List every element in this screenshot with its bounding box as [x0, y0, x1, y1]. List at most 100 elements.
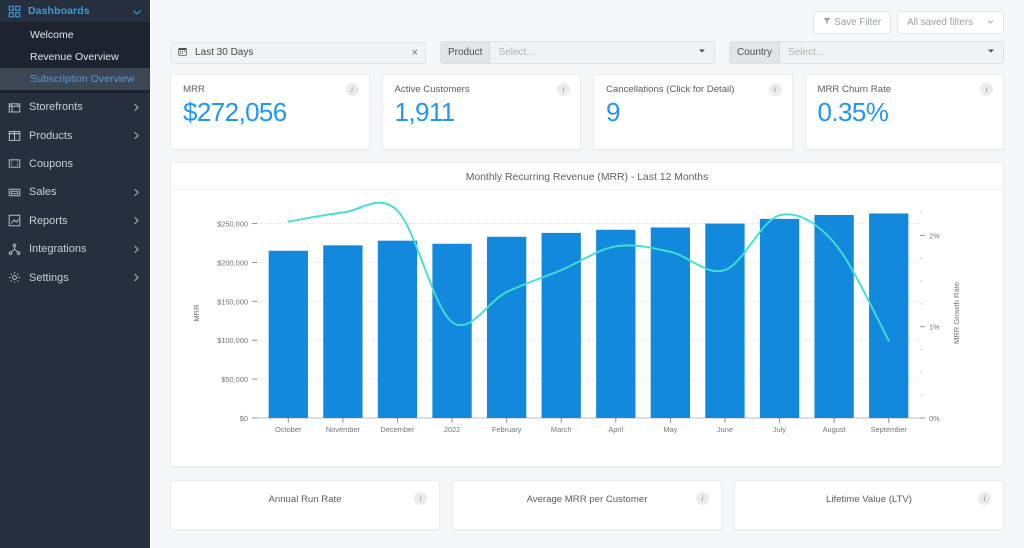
storefront-icon [8, 101, 21, 114]
info-icon[interactable]: i [978, 492, 991, 505]
x-axis-tick-label: June [717, 425, 733, 434]
product-filter-label: Product [441, 42, 490, 63]
info-icon[interactable]: i [769, 83, 782, 96]
kpi-card-mrr[interactable]: MRR $272,056 i [170, 74, 370, 150]
kpi-card-cancellations[interactable]: Cancellations (Click for Detail) 9 i [593, 74, 793, 150]
sidebar-item-settings[interactable]: Settings [0, 263, 150, 291]
chevron-right-icon[interactable] [132, 188, 141, 197]
info-icon[interactable]: i [557, 83, 570, 96]
card-average-mrr-per-customer[interactable]: Average MRR per Customer i [452, 480, 722, 530]
sidebar-dashboards-label: Dashboards [28, 5, 132, 17]
y-axis-tick-label: $50,000 [221, 375, 248, 384]
chart-bar[interactable] [432, 244, 471, 418]
sidebar-label-reports: Reports [29, 215, 132, 227]
chevron-right-icon[interactable] [132, 273, 141, 282]
sidebar-item-subscription-overview[interactable]: Subscription Overview [0, 68, 150, 90]
country-filter-label: Country [730, 42, 780, 63]
x-axis-tick-label: May [663, 425, 677, 434]
product-filter-placeholder: Select... [498, 47, 534, 58]
chevron-down-icon [987, 47, 995, 58]
sidebar-dashboards-submenu: Welcome Revenue Overview Subscription Ov… [0, 22, 150, 93]
date-range-value: Last 30 Days [195, 47, 412, 58]
x-axis-tick-label: March [551, 425, 572, 434]
card-annual-run-rate[interactable]: Annual Run Rate i [170, 480, 440, 530]
chevron-right-icon[interactable] [132, 103, 141, 112]
sidebar-label-products: Products [29, 130, 132, 142]
x-axis-tick-label: July [773, 425, 786, 434]
chart-bar[interactable] [269, 251, 308, 418]
chart-bar[interactable] [651, 227, 690, 418]
grid-icon [8, 5, 21, 18]
y-axis-tick-label: $250,000 [217, 220, 248, 229]
x-axis-tick-label: February [492, 425, 522, 434]
chart-bar[interactable] [596, 230, 635, 418]
sidebar-label-settings: Settings [29, 272, 132, 284]
sidebar-item-sales[interactable]: Sales [0, 178, 150, 206]
gear-icon [8, 271, 21, 284]
kpi-card-mrr-churn-rate[interactable]: MRR Churn Rate 0.35% i [805, 74, 1005, 150]
sidebar-item-revenue-overview[interactable]: Revenue Overview [0, 46, 150, 68]
sidebar-item-integrations[interactable]: Integrations [0, 235, 150, 263]
sidebar-item-products[interactable]: Products [0, 121, 150, 149]
x-axis-tick-label: 2022 [444, 425, 460, 434]
clear-date-filter-icon[interactable]: × [412, 47, 418, 59]
sidebar-item-storefronts[interactable]: Storefronts [0, 93, 150, 121]
chevron-right-icon[interactable] [132, 245, 141, 254]
kpi-card-active-customers[interactable]: Active Customers 1,911 i [382, 74, 582, 150]
all-saved-filters-dropdown[interactable]: All saved filters [897, 11, 1004, 34]
save-filter-button[interactable]: Save Filter [813, 11, 891, 34]
kpi-value: 1,911 [395, 96, 570, 128]
x-axis-tick-label: August [823, 425, 846, 434]
y2-axis-tick-label: 0% [929, 414, 940, 423]
y-axis-tick-label: $150,000 [217, 297, 248, 306]
country-filter[interactable]: Country Select... [729, 41, 1004, 64]
country-filter-value[interactable]: Select... [780, 42, 1003, 63]
x-axis-tick-label: April [608, 425, 623, 434]
info-icon[interactable]: i [414, 492, 427, 505]
chart-bar[interactable] [323, 245, 362, 418]
kpi-value: 9 [606, 96, 781, 128]
chart-bar[interactable] [378, 241, 417, 418]
card-lifetime-value[interactable]: Lifetime Value (LTV) i [734, 480, 1004, 530]
chart-bar[interactable] [814, 215, 853, 418]
sidebar: Dashboards Welcome Revenue Overview Subs… [0, 0, 150, 548]
sidebar-item-coupons[interactable]: Coupons [0, 150, 150, 178]
chevron-right-icon[interactable] [132, 131, 141, 140]
chart-bar[interactable] [542, 233, 581, 418]
sidebar-item-reports[interactable]: Reports [0, 207, 150, 235]
info-icon[interactable]: i [980, 83, 993, 96]
chart-bar[interactable] [487, 237, 526, 418]
chevron-up-icon[interactable] [132, 7, 141, 16]
save-filter-label: Save Filter [834, 17, 881, 28]
dashboard-page: Dashboards Welcome Revenue Overview Subs… [0, 0, 1024, 548]
integrations-icon [8, 243, 21, 256]
product-filter[interactable]: Product Select... [440, 41, 715, 64]
sidebar-item-welcome[interactable]: Welcome [0, 24, 150, 46]
y2-axis-tick-label: 2% [929, 231, 940, 240]
product-filter-value[interactable]: Select... [490, 42, 714, 63]
mrr-chart-card: Monthly Recurring Revenue (MRR) - Last 1… [170, 162, 1004, 467]
card-label: Average MRR per Customer [453, 481, 721, 505]
sidebar-label-coupons: Coupons [29, 158, 141, 170]
date-range-filter[interactable]: Last 30 Days × [170, 42, 426, 64]
x-axis-tick-label: December [380, 425, 415, 434]
chevron-right-icon[interactable] [132, 216, 141, 225]
kpi-value: 0.35% [818, 96, 993, 128]
main-content: Save Filter All saved filters Last 30 Da… [150, 0, 1024, 548]
coupon-icon [8, 157, 21, 170]
sidebar-label-storefronts: Storefronts [29, 101, 132, 113]
sidebar-item-dashboards[interactable]: Dashboards [0, 0, 150, 22]
x-axis-tick-label: November [326, 425, 361, 434]
kpi-label: MRR Churn Rate [818, 84, 993, 95]
chart-bar[interactable] [705, 224, 744, 418]
kpi-row: MRR $272,056 i Active Customers 1,911 i … [150, 64, 1024, 150]
chart-bar[interactable] [869, 213, 908, 418]
info-icon[interactable]: i [346, 83, 359, 96]
sales-icon [8, 186, 21, 199]
info-icon[interactable]: i [696, 492, 709, 505]
chevron-down-icon [698, 47, 706, 58]
chart-title: Monthly Recurring Revenue (MRR) - Last 1… [171, 163, 1003, 190]
chart-bar[interactable] [760, 219, 799, 418]
mrr-chart-svg[interactable]: $0$50,000$100,000$150,000$200,000$250,00… [171, 190, 983, 458]
chart-area[interactable]: $0$50,000$100,000$150,000$200,000$250,00… [171, 190, 1003, 458]
